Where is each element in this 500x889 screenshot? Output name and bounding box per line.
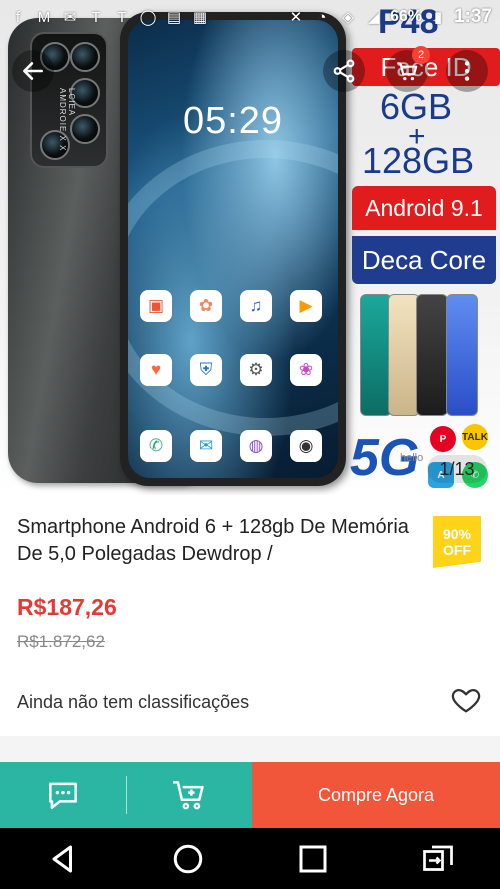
nav-back-button[interactable] bbox=[33, 834, 93, 884]
chat-button[interactable] bbox=[0, 762, 126, 828]
promo-deca-core: Deca Core bbox=[352, 236, 496, 284]
original-price: R$1.872,62 bbox=[17, 632, 105, 651]
share-icon bbox=[333, 59, 355, 83]
security-app-icon: ⛨ bbox=[190, 354, 222, 386]
phone-front-image: 05:29 ▣ ✿ ♫ ▶ ♥ ⛨ ⚙ ❀ ✆ ✉ ◍ ◉ bbox=[120, 12, 346, 486]
dock-row: ✆ ✉ ◍ ◉ bbox=[140, 430, 326, 462]
phone-screen: 05:29 ▣ ✿ ♫ ▶ ♥ ⛨ ⚙ ❀ ✆ ✉ ◍ ◉ bbox=[128, 20, 338, 478]
mail-icon: ✉ bbox=[63, 9, 77, 26]
screen-wave bbox=[128, 140, 338, 436]
whatsapp-icon: ◯ bbox=[139, 9, 157, 26]
music-app-icon: ♫ bbox=[240, 290, 272, 322]
arrow-left-icon bbox=[23, 62, 43, 80]
app-grid-row1: ▣ ✿ ♫ ▶ bbox=[140, 290, 326, 322]
nav-home-icon bbox=[173, 844, 202, 873]
chat-icon bbox=[48, 782, 77, 809]
wifi-icon: ◈ bbox=[342, 9, 354, 26]
gmail-icon: M bbox=[37, 8, 51, 26]
t-icon: T bbox=[91, 8, 101, 26]
battery-icon: ▮ bbox=[433, 9, 443, 26]
cart-count-badge: 2 bbox=[412, 46, 430, 64]
blue-phone-variant bbox=[446, 294, 478, 416]
photos-app-icon: ✿ bbox=[190, 290, 222, 322]
product-image-gallery[interactable]: LCIEA AMDROIE X X 05:29 ▣ ✿ ♫ ▶ ♥ ⛨ ⚙ ❀ … bbox=[0, 0, 500, 495]
gallery-icon: ▦ bbox=[192, 9, 208, 26]
share-button[interactable] bbox=[323, 50, 365, 92]
discount-badge: 90% OFF bbox=[433, 516, 481, 568]
add-to-cart-icon bbox=[173, 781, 204, 810]
signal-3g-icon: ◢ bbox=[368, 9, 380, 26]
nav-recents-icon bbox=[299, 845, 326, 872]
video-app-icon: ▶ bbox=[290, 290, 322, 322]
promo-android-version: Android 9.1 bbox=[352, 186, 496, 230]
more-options-button[interactable] bbox=[446, 50, 488, 92]
phone-screen-time: 05:29 bbox=[182, 100, 284, 142]
mute-icon: ✕ bbox=[289, 9, 303, 26]
kakaotalk-icon: TALK bbox=[462, 424, 488, 450]
messages-app-icon: ✉ bbox=[190, 430, 222, 462]
status-bar: f M ✉ T T ◯ ▤ ▦ ✕ ◔ ◈ ◢ 66% ▮ 1:37 bbox=[0, 0, 500, 34]
more-vertical-icon bbox=[464, 61, 470, 81]
discount-label: OFF bbox=[443, 542, 471, 558]
section-divider bbox=[0, 736, 500, 762]
bottom-action-bar: Compre Agora bbox=[0, 762, 500, 828]
browser-app-icon: ◍ bbox=[240, 430, 272, 462]
wishlist-button[interactable] bbox=[449, 683, 483, 722]
product-title: Smartphone Android 6 + 128gb De Memória … bbox=[17, 516, 409, 565]
image-page-indicator: 1/13 bbox=[427, 455, 487, 483]
battery-percent: 66% bbox=[389, 8, 422, 25]
system-status-icons: ✕ ◔ ◈ ◢ 66% ▮ 1:37 bbox=[286, 6, 492, 28]
current-price: R$187,26 bbox=[17, 594, 117, 620]
app-grid-row2: ♥ ⛨ ⚙ ❀ bbox=[140, 354, 326, 386]
t-icon: T bbox=[117, 8, 127, 26]
facebook-icon: f bbox=[15, 8, 21, 26]
camera-brand-text: LCIEA AMDROIE X X bbox=[58, 88, 76, 152]
black-phone-variant bbox=[416, 294, 448, 416]
notification-icons: f M ✉ T T ◯ ▤ ▦ bbox=[8, 7, 210, 27]
camera-lens bbox=[70, 42, 100, 72]
buy-now-button[interactable]: Compre Agora bbox=[252, 762, 500, 828]
gallery-app-icon: ▣ bbox=[140, 290, 172, 322]
themes-app-icon: ❀ bbox=[290, 354, 322, 386]
health-app-icon: ♥ bbox=[140, 354, 172, 386]
back-button[interactable] bbox=[12, 50, 54, 92]
system-navigation-bar bbox=[0, 828, 500, 889]
rating-row: Ainda não tem classificações bbox=[0, 680, 500, 724]
alarm-icon: ◔ bbox=[317, 8, 327, 26]
message-icon: ▤ bbox=[166, 9, 182, 26]
discount-percent: 90% bbox=[442, 526, 472, 542]
settings-app-icon: ⚙ bbox=[240, 354, 272, 386]
add-to-cart-button[interactable] bbox=[127, 762, 253, 828]
promo-hello: hello bbox=[400, 452, 424, 464]
nav-switch-app-button[interactable] bbox=[408, 834, 468, 884]
nav-home-button[interactable] bbox=[158, 834, 218, 884]
heart-icon bbox=[451, 688, 481, 712]
camera-app-icon: ◉ bbox=[290, 430, 322, 462]
promo-storage: 128GB bbox=[362, 140, 475, 181]
switch-app-icon bbox=[422, 845, 453, 871]
cart-button[interactable]: 2 bbox=[386, 46, 430, 92]
pinterest-icon: P bbox=[430, 426, 456, 452]
nav-back-icon bbox=[52, 845, 72, 872]
action-left-group bbox=[0, 762, 252, 828]
nav-recents-button[interactable] bbox=[283, 834, 343, 884]
rating-text: Ainda não tem classificações bbox=[17, 691, 250, 712]
color-variants-image bbox=[360, 294, 496, 416]
phone-app-icon: ✆ bbox=[140, 430, 172, 462]
status-time: 1:37 bbox=[453, 6, 492, 27]
